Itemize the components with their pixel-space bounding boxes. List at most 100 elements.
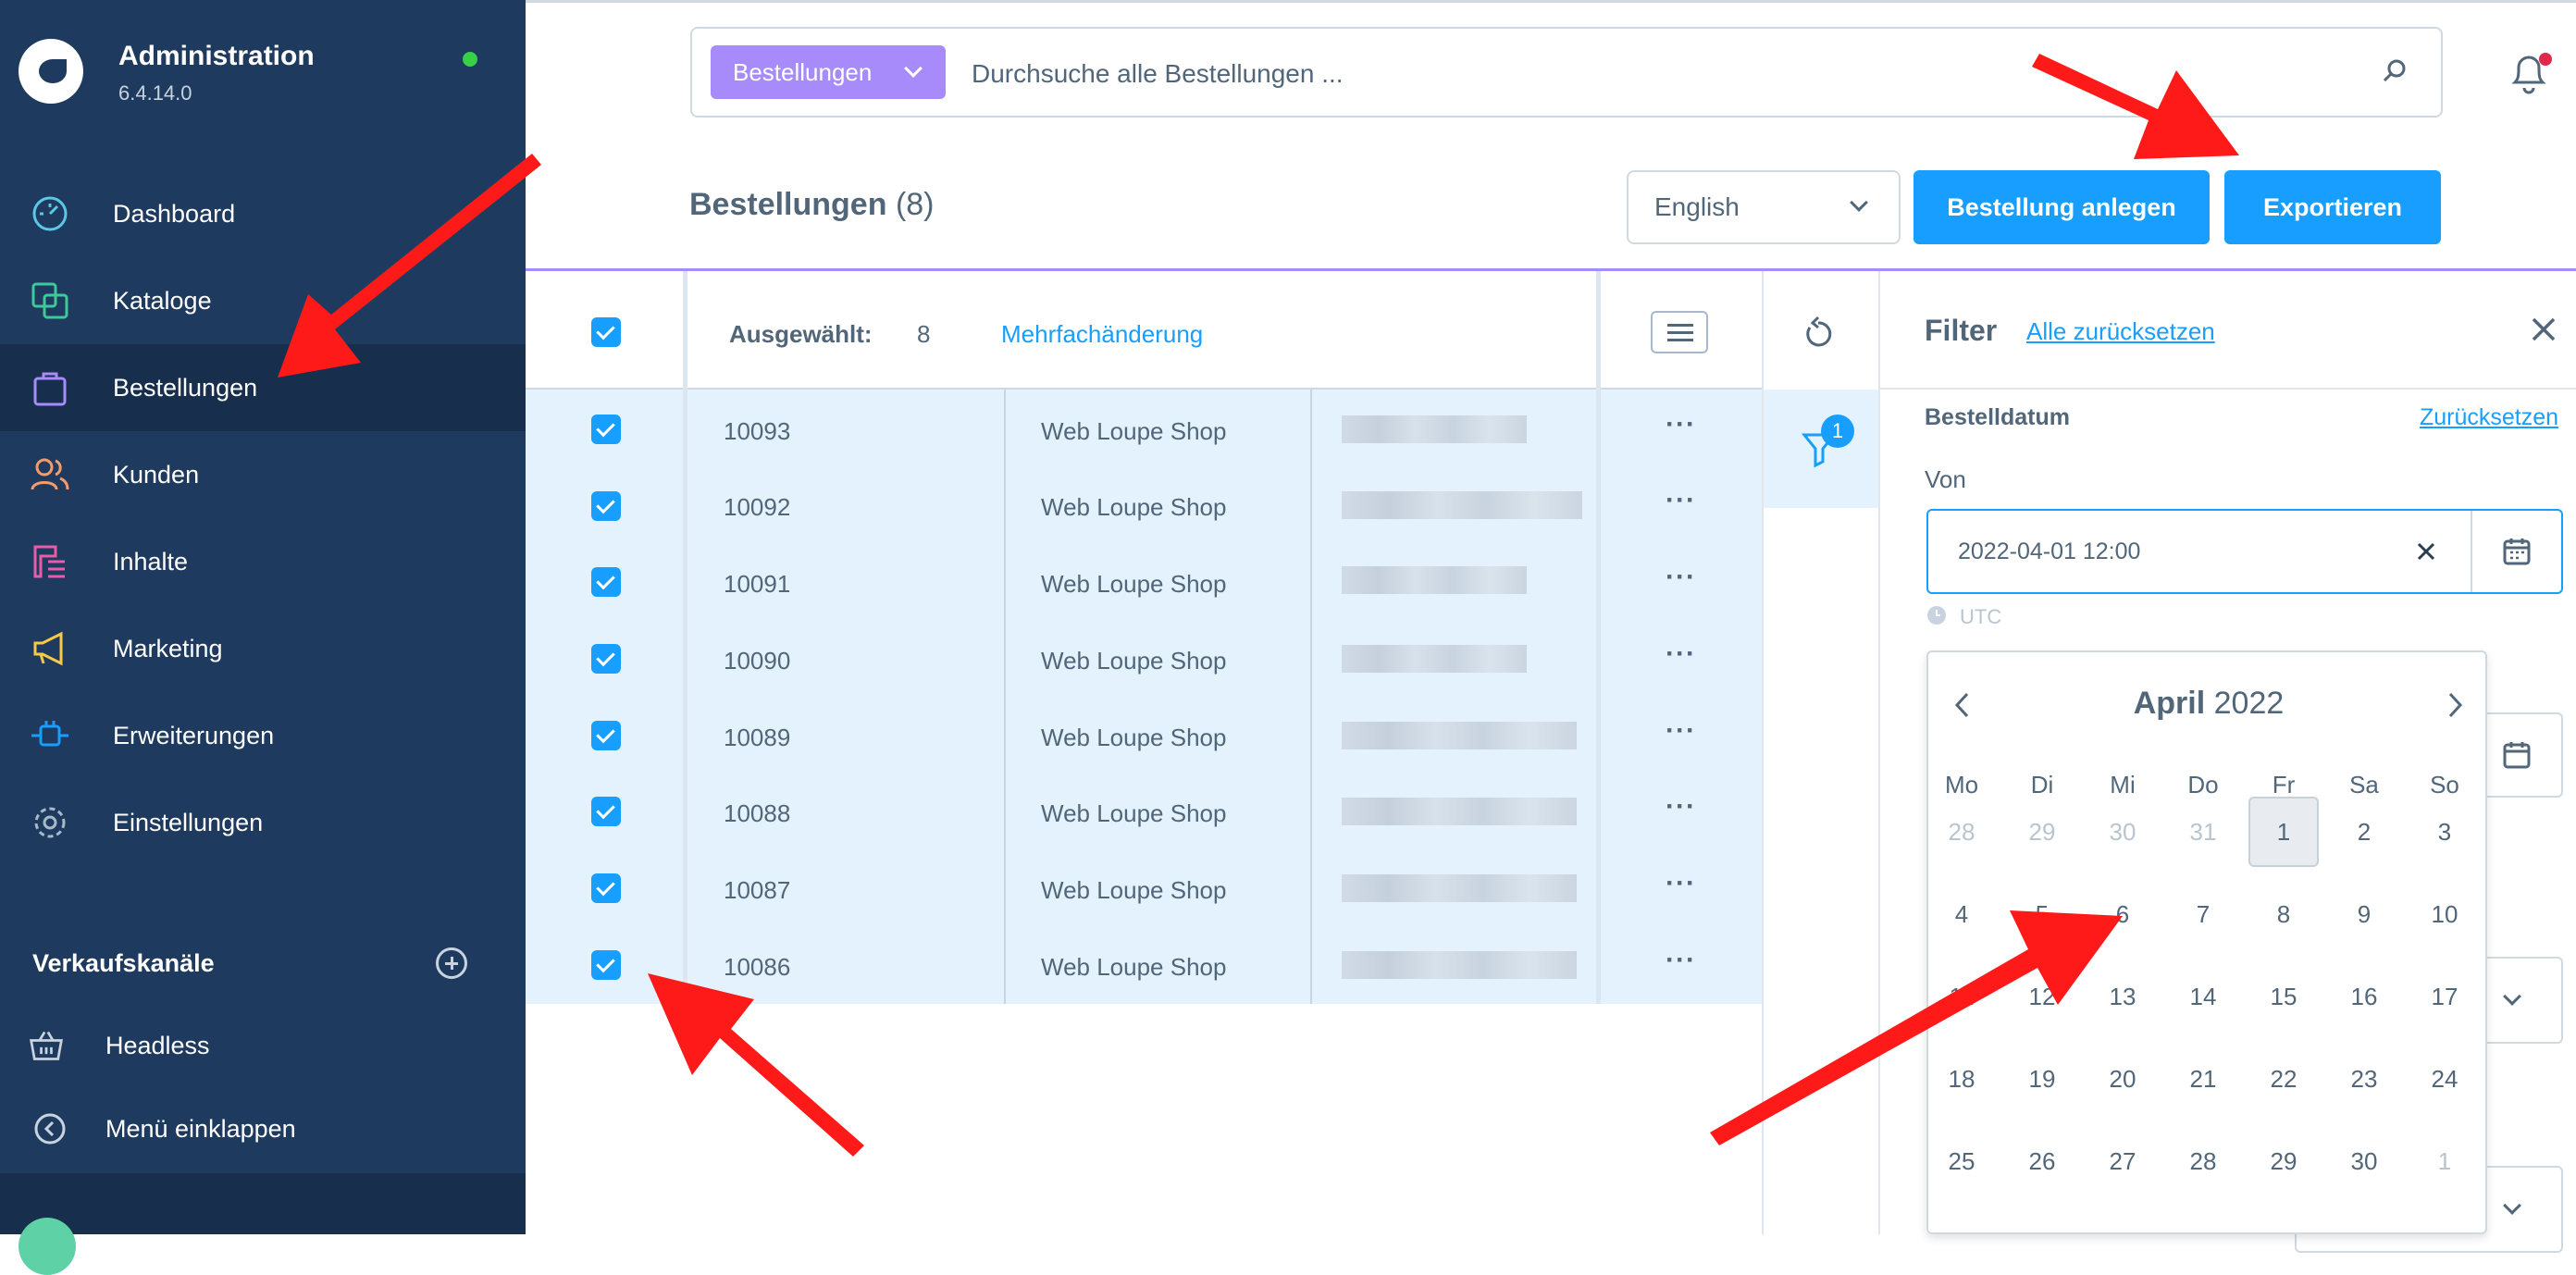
- row-checkbox[interactable]: [591, 644, 621, 674]
- gauge-icon: [32, 196, 68, 231]
- row-actions-button[interactable]: ···: [1666, 562, 1696, 593]
- calendar-day[interactable]: 20: [2087, 1044, 2158, 1114]
- calendar-day[interactable]: 11: [1926, 961, 1997, 1032]
- order-number[interactable]: 10086: [724, 953, 790, 982]
- user-footer[interactable]: [0, 1173, 526, 1275]
- language-value: English: [1654, 192, 1740, 221]
- calendar-day[interactable]: 28: [1926, 797, 1997, 867]
- order-number[interactable]: 10087: [724, 876, 790, 905]
- sidebar-item-erweiterungen[interactable]: Erweiterungen: [0, 692, 526, 779]
- calendar-day[interactable]: 23: [2329, 1044, 2399, 1114]
- calendar-day[interactable]: 21: [2168, 1044, 2238, 1114]
- calendar-icon[interactable]: [2502, 740, 2532, 770]
- search-icon[interactable]: [2382, 58, 2408, 84]
- collapse-menu-button[interactable]: Menü einklappen: [0, 1086, 526, 1171]
- calendar-day[interactable]: 3: [2409, 797, 2480, 867]
- avatar[interactable]: [19, 1218, 76, 1275]
- page-title-text: Bestellungen: [689, 187, 887, 222]
- sidebar-item-marketing[interactable]: Marketing: [0, 605, 526, 692]
- calendar-day[interactable]: 15: [2248, 961, 2319, 1032]
- order-number[interactable]: 10092: [724, 493, 790, 522]
- calendar-day[interactable]: 13: [2087, 961, 2158, 1032]
- row-actions-button[interactable]: ···: [1666, 409, 1696, 440]
- order-number[interactable]: 10088: [724, 799, 790, 828]
- calendar-day[interactable]: 18: [1926, 1044, 1997, 1114]
- calendar-day[interactable]: 27: [2087, 1126, 2158, 1196]
- clear-icon[interactable]: [2415, 540, 2437, 563]
- clock-icon: [1927, 606, 1946, 625]
- calendar-day[interactable]: 6: [2087, 879, 2158, 949]
- sidebar-item-bestellungen[interactable]: Bestellungen: [0, 344, 526, 431]
- filter-count-badge: 1: [1821, 415, 1854, 448]
- row-checkbox[interactable]: [591, 415, 621, 444]
- calendar-day[interactable]: 30: [2329, 1126, 2399, 1196]
- section-reset-link[interactable]: Zurücksetzen: [2420, 404, 2558, 431]
- calendar-day[interactable]: 24: [2409, 1044, 2480, 1114]
- calendar-day[interactable]: 26: [2007, 1126, 2077, 1196]
- calendar-day[interactable]: 28: [2168, 1126, 2238, 1196]
- from-date-field[interactable]: 2022-04-01 12:00: [1926, 509, 2563, 594]
- calendar-day[interactable]: 12: [2007, 961, 2077, 1032]
- sidebar-item-inhalte[interactable]: Inhalte: [0, 518, 526, 605]
- calendar-day[interactable]: 1: [2409, 1126, 2480, 1196]
- row-checkbox[interactable]: [591, 950, 621, 980]
- calendar-day[interactable]: 22: [2248, 1044, 2319, 1114]
- search-type-select[interactable]: Bestellungen: [711, 45, 946, 99]
- calendar-day[interactable]: 5: [2007, 879, 2077, 949]
- refresh-icon[interactable]: [1802, 315, 1834, 352]
- calendar-button[interactable]: [2471, 511, 2561, 592]
- row-actions-button[interactable]: ···: [1666, 791, 1696, 823]
- calendar-day[interactable]: 25: [1926, 1126, 1997, 1196]
- order-number[interactable]: 10090: [724, 647, 790, 675]
- calendar-month: April: [2133, 686, 2206, 721]
- calendar-day[interactable]: 8: [2248, 879, 2319, 949]
- row-checkbox[interactable]: [591, 797, 621, 826]
- page-title: Bestellungen (8): [689, 187, 935, 223]
- from-label: Von: [1925, 465, 1966, 493]
- sidebar-item-kataloge[interactable]: Kataloge: [0, 257, 526, 344]
- bulk-edit-link[interactable]: Mehrfachänderung: [1001, 320, 1203, 349]
- select-all-checkbox[interactable]: [591, 317, 621, 347]
- calendar-day[interactable]: 9: [2329, 879, 2399, 949]
- calendar-day[interactable]: 29: [2007, 797, 2077, 867]
- row-checkbox[interactable]: [591, 567, 621, 597]
- export-button[interactable]: Exportieren: [2224, 170, 2441, 244]
- users-icon: [31, 458, 69, 490]
- calendar-day[interactable]: 30: [2087, 797, 2158, 867]
- row-checkbox[interactable]: [591, 491, 621, 521]
- close-icon[interactable]: [2530, 316, 2557, 343]
- calendar-weekday: So: [2430, 771, 2459, 798]
- create-order-button[interactable]: Bestellung anlegen: [1913, 170, 2210, 244]
- calendar-day[interactable]: 10: [2409, 879, 2480, 949]
- calendar-day[interactable]: 17: [2409, 961, 2480, 1032]
- add-sales-channel-icon[interactable]: [436, 947, 467, 979]
- calendar-day[interactable]: 7: [2168, 879, 2238, 949]
- order-number[interactable]: 10093: [724, 417, 790, 446]
- sidebar-item-dashboard[interactable]: Dashboard: [0, 170, 526, 257]
- calendar-day[interactable]: 1: [2248, 797, 2319, 867]
- sidebar-item-headless[interactable]: Headless: [0, 1003, 526, 1088]
- calendar-day[interactable]: 16: [2329, 961, 2399, 1032]
- calendar-day[interactable]: 19: [2007, 1044, 2077, 1114]
- calendar-day[interactable]: 2: [2329, 797, 2399, 867]
- language-select[interactable]: English: [1627, 170, 1901, 244]
- reset-all-filters-link[interactable]: Alle zurücksetzen: [2026, 317, 2215, 346]
- calendar-day[interactable]: 31: [2168, 797, 2238, 867]
- row-checkbox[interactable]: [591, 721, 621, 750]
- row-actions-button[interactable]: ···: [1666, 715, 1696, 747]
- row-actions-button[interactable]: ···: [1666, 638, 1696, 670]
- row-actions-button[interactable]: ···: [1666, 485, 1696, 516]
- column-menu-button[interactable]: [1651, 311, 1708, 353]
- chevron-right-icon[interactable]: [2445, 691, 2465, 719]
- row-actions-button[interactable]: ···: [1666, 945, 1696, 976]
- order-number[interactable]: 10091: [724, 570, 790, 599]
- search-input[interactable]: [970, 49, 2358, 99]
- calendar-day[interactable]: 4: [1926, 879, 1997, 949]
- calendar-day[interactable]: 14: [2168, 961, 2238, 1032]
- calendar-day[interactable]: 29: [2248, 1126, 2319, 1196]
- row-actions-button[interactable]: ···: [1666, 868, 1696, 899]
- order-number[interactable]: 10089: [724, 724, 790, 752]
- sidebar-item-einstellungen[interactable]: Einstellungen: [0, 779, 526, 866]
- sidebar-item-kunden[interactable]: Kunden: [0, 431, 526, 518]
- row-checkbox[interactable]: [591, 873, 621, 903]
